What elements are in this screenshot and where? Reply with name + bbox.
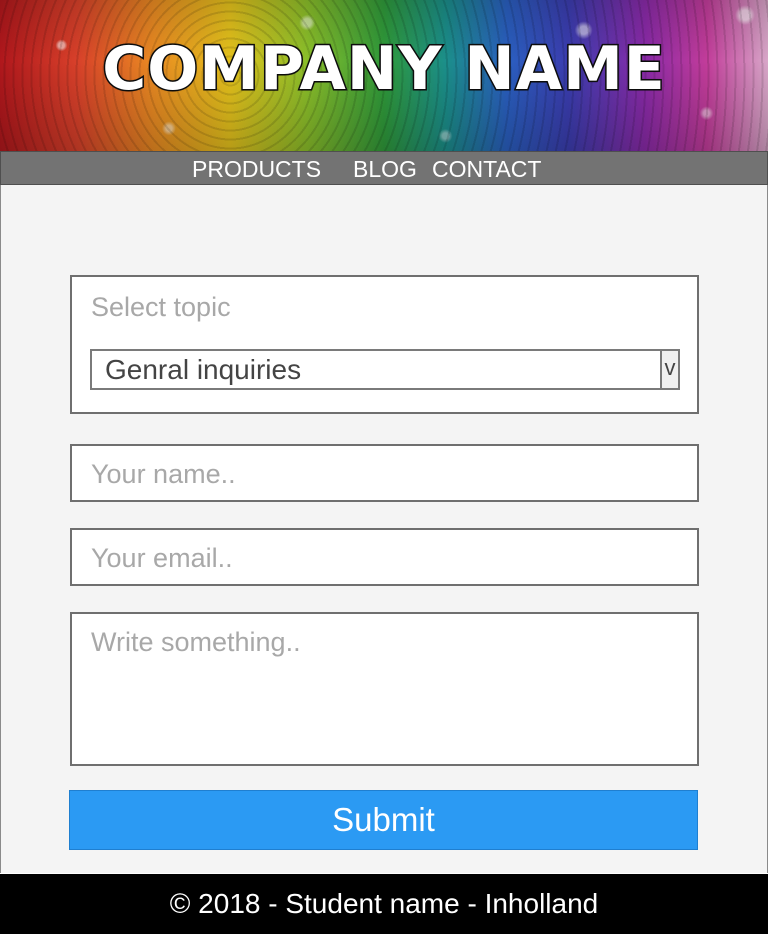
name-field[interactable]: Your name.. [70, 444, 699, 502]
submit-button[interactable]: Submit [69, 790, 698, 850]
email-field[interactable]: Your email.. [70, 528, 699, 586]
topic-select[interactable]: Genral inquiries v [90, 349, 680, 390]
message-textarea[interactable]: Write something.. [70, 612, 699, 766]
dropdown-arrow-icon[interactable]: v [660, 349, 680, 390]
nav-item-products[interactable]: PRODUCTS [192, 156, 321, 183]
company-logo-text: COMPANY NAME [101, 33, 667, 106]
topic-selected-value: Genral inquiries [105, 354, 302, 385]
topic-group: Select topic Genral inquiries v [70, 275, 699, 414]
contact-form-area: Select topic Genral inquiries v Your nam… [0, 185, 768, 873]
footer: © 2018 - Student name - Inholland [0, 874, 768, 934]
top-nav: PRODUCTS BLOG CONTACT [0, 151, 768, 185]
email-placeholder: Your email.. [91, 543, 233, 573]
header-banner: COMPANY NAME [0, 0, 768, 151]
name-placeholder: Your name.. [91, 459, 236, 489]
topic-label: Select topic [91, 292, 231, 322]
nav-item-contact[interactable]: CONTACT [432, 156, 541, 183]
nav-item-blog[interactable]: BLOG [353, 156, 417, 183]
message-placeholder: Write something.. [91, 627, 301, 657]
